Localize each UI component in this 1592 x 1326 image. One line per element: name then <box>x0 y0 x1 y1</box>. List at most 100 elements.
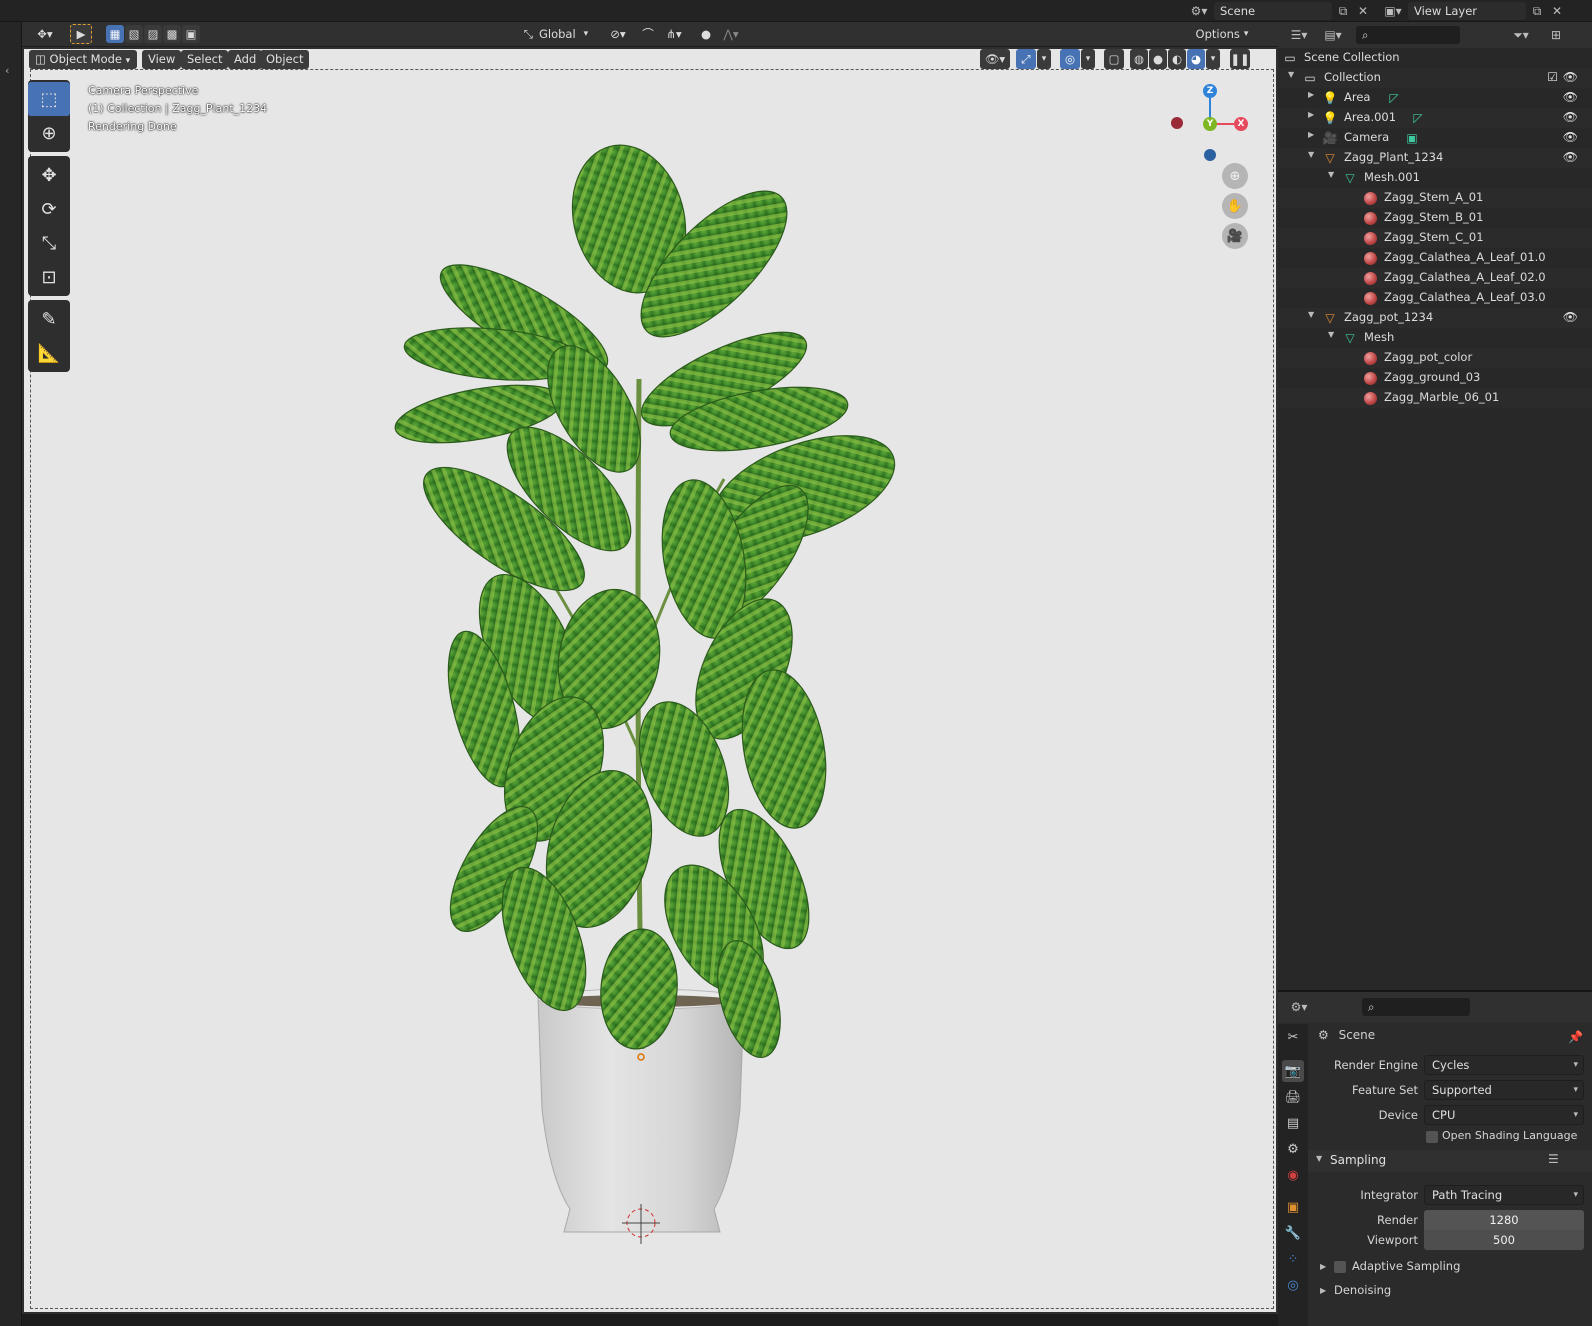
select-intersect-icon[interactable]: ▣ <box>182 25 200 43</box>
z-axis-ball[interactable]: Z <box>1203 84 1217 98</box>
view-menu[interactable]: View <box>142 50 182 69</box>
navigation-gizmo[interactable]: Z Y X <box>1164 79 1254 169</box>
gizmo-toggle-icon[interactable]: ⤢ <box>1016 49 1036 69</box>
expand-icon[interactable]: ▶ <box>1320 1286 1326 1295</box>
mode-dropdown[interactable]: ◫ Object Mode ▾ <box>29 50 137 69</box>
eye-icon[interactable]: 👁 <box>1563 70 1578 84</box>
select-extend-icon[interactable]: ▧ <box>125 25 143 43</box>
new-collection-icon[interactable]: ⊞ <box>1544 25 1568 45</box>
y-axis-ball[interactable]: Y <box>1203 117 1217 131</box>
presets-icon[interactable]: ☰ <box>1548 1152 1559 1166</box>
world-tab-icon[interactable]: ◉ <box>1282 1164 1304 1186</box>
eye-icon[interactable]: 👁 <box>1563 130 1578 144</box>
outliner-row-area[interactable]: ▶ 💡 Area ◸ 👁 <box>1278 88 1592 108</box>
3d-viewport[interactable]: Camera Perspective (1) Collection | Zagg… <box>22 47 1278 1314</box>
zoom-icon[interactable]: ⊕ <box>1222 163 1248 189</box>
exclude-checkbox-icon[interactable]: ☑ <box>1547 70 1558 84</box>
pivot-point-icon[interactable]: ⊘▾ <box>604 24 632 44</box>
delete-scene-icon[interactable]: ✕ <box>1354 1 1372 21</box>
new-scene-icon[interactable]: ⧉ <box>1334 1 1352 21</box>
eye-icon[interactable]: 👁 <box>1563 150 1578 164</box>
annotate-icon[interactable]: ✎ <box>28 302 70 336</box>
outliner-row-material[interactable]: Zagg_Stem_A_01 <box>1278 188 1592 208</box>
outliner-row-material[interactable]: Zagg_Stem_B_01 <box>1278 208 1592 228</box>
delete-view-layer-icon[interactable]: ✕ <box>1548 1 1566 21</box>
neg-x-axis-ball[interactable] <box>1171 117 1183 129</box>
properties-editor-icon[interactable]: ⚙▾ <box>1284 997 1314 1017</box>
collapse-icon[interactable]: ▼ <box>1308 310 1314 319</box>
expand-icon[interactable]: ▶ <box>1320 1262 1326 1271</box>
active-tool-icon[interactable]: ▶ <box>70 24 92 44</box>
display-mode-icon[interactable]: ▤▾ <box>1318 25 1348 45</box>
filter-icon[interactable]: ⏷▾ <box>1506 25 1536 45</box>
eye-icon[interactable]: 👁 <box>1563 90 1578 104</box>
expand-icon[interactable]: ▶ <box>1308 90 1314 99</box>
select-invert-icon[interactable]: ▩ <box>163 25 181 43</box>
select-menu[interactable]: Select <box>181 50 229 69</box>
outliner-row-camera[interactable]: ▶ 🎥 Camera ▣ 👁 <box>1278 128 1592 148</box>
physics-tab-icon[interactable]: ◎ <box>1282 1274 1304 1296</box>
overlays-dropdown-icon[interactable]: ▾ <box>1081 49 1095 69</box>
properties-search-input[interactable]: ⌕ <box>1362 998 1470 1016</box>
overlays-toggle-icon[interactable]: ◎ <box>1060 49 1080 69</box>
x-axis-ball[interactable]: X <box>1234 117 1248 131</box>
osl-checkbox[interactable] <box>1426 1131 1438 1143</box>
scene-tab-icon[interactable]: ⚙ <box>1282 1138 1304 1160</box>
outliner-row-zagg-plant[interactable]: ▼ ▽ Zagg_Plant_1234 👁 <box>1278 148 1592 168</box>
pin-icon[interactable]: 📌 <box>1568 1030 1583 1044</box>
outliner-row-material[interactable]: Zagg_Calathea_A_Leaf_03.0 <box>1278 288 1592 308</box>
scene-type-icon[interactable]: ⚙▾ <box>1186 1 1212 21</box>
scale-icon[interactable]: ⤡ <box>28 226 70 260</box>
falloff-icon[interactable]: ⋀▾ <box>718 24 744 44</box>
add-menu[interactable]: Add <box>228 50 263 69</box>
outliner-row-scene-collection[interactable]: ▭ Scene Collection <box>1278 48 1592 68</box>
outliner-row-mesh[interactable]: ▼ ▽ Mesh <box>1278 328 1592 348</box>
view-layer-icon[interactable]: ▣▾ <box>1380 1 1406 21</box>
cursor-tool-icon[interactable]: ⊕ <box>28 116 70 150</box>
view-layer-selector[interactable]: View Layer <box>1408 2 1526 20</box>
viewport-samples-field[interactable]: 500 <box>1424 1230 1584 1250</box>
object-menu[interactable]: Object <box>260 50 310 69</box>
new-view-layer-icon[interactable]: ⧉ <box>1528 1 1546 21</box>
rendered-shading-icon[interactable]: ◕ <box>1187 49 1205 69</box>
select-box-icon[interactable]: ⬚ <box>28 82 70 116</box>
scene-selector[interactable]: Scene <box>1214 2 1332 20</box>
collapse-icon[interactable]: ▼ <box>1328 170 1334 179</box>
transform-icon[interactable]: ⊡ <box>28 260 70 294</box>
outliner-row-material[interactable]: Zagg_pot_color <box>1278 348 1592 368</box>
outliner-row-material[interactable]: Zagg_ground_03 <box>1278 368 1592 388</box>
outliner-editor-icon[interactable]: ☰▾ <box>1284 25 1314 45</box>
snap-target-icon[interactable]: ⋔▾ <box>660 24 688 44</box>
expand-icon[interactable]: ▶ <box>1308 130 1314 139</box>
outliner-search-input[interactable]: ⌕ <box>1356 26 1460 44</box>
expand-icon[interactable]: ▶ <box>1308 110 1314 119</box>
measure-icon[interactable]: 📐 <box>28 336 70 370</box>
snap-icon[interactable]: ⌒ <box>638 24 658 44</box>
xray-icon[interactable]: ▢ <box>1104 49 1124 69</box>
outliner-row-area-001[interactable]: ▶ 💡 Area.001 ◸ 👁 <box>1278 108 1592 128</box>
visibility-icon[interactable]: 👁▾ <box>980 49 1010 69</box>
select-new-icon[interactable]: ▦ <box>106 25 124 43</box>
collapse-icon[interactable]: ▼ <box>1328 330 1334 339</box>
pan-hand-icon[interactable]: ✋ <box>1222 193 1248 219</box>
sampling-panel-header[interactable]: ▼ Sampling ☰ <box>1308 1150 1592 1172</box>
pause-render-icon[interactable]: ❚❚ <box>1230 49 1250 69</box>
editor-type-icon[interactable]: ✥▾ <box>30 24 60 44</box>
outliner-row-collection[interactable]: ▼ ▭ Collection ☑ 👁 <box>1278 68 1592 88</box>
outliner-row-material[interactable]: Zagg_Marble_06_01 <box>1278 388 1592 408</box>
gizmo-dropdown-icon[interactable]: ▾ <box>1037 49 1051 69</box>
eye-icon[interactable]: 👁 <box>1563 310 1578 324</box>
shading-dropdown-icon[interactable]: ▾ <box>1206 49 1220 69</box>
render-engine-dropdown[interactable]: Cycles ▾ <box>1424 1055 1584 1075</box>
move-icon[interactable]: ✥ <box>28 158 70 192</box>
particles-tab-icon[interactable]: ⁘ <box>1282 1248 1304 1270</box>
feature-set-dropdown[interactable]: Supported ▾ <box>1424 1080 1584 1100</box>
wireframe-shading-icon[interactable]: ◍ <box>1130 49 1148 69</box>
select-subtract-icon[interactable]: ▨ <box>144 25 162 43</box>
solid-shading-icon[interactable]: ● <box>1149 49 1167 69</box>
collapse-icon[interactable]: ▼ <box>1308 150 1314 159</box>
outliner-row-material[interactable]: Zagg_Calathea_A_Leaf_01.0 <box>1278 248 1592 268</box>
outliner-row-material[interactable]: Zagg_Stem_C_01 <box>1278 228 1592 248</box>
expand-region-icon[interactable]: ‹ <box>5 64 9 77</box>
tool-tab-icon[interactable]: ✂ <box>1282 1026 1304 1048</box>
